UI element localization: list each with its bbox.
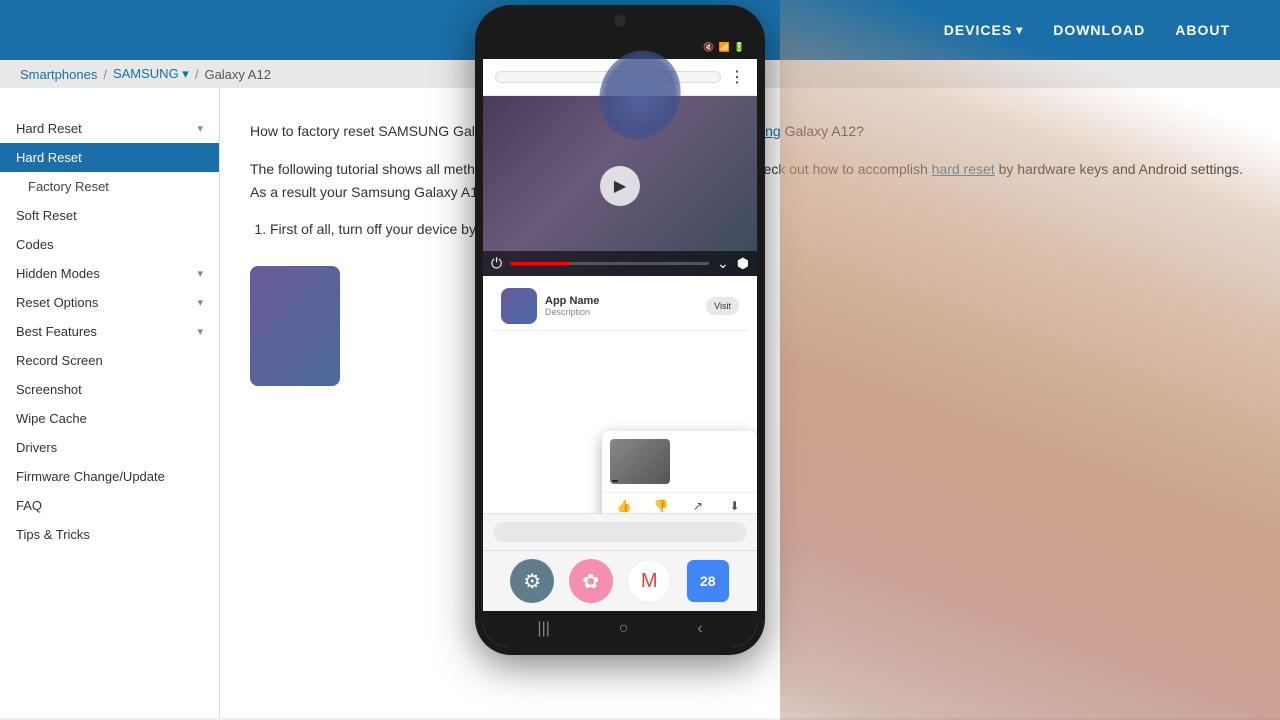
status-icons: 🔇 📶 🔋: [703, 42, 745, 53]
close-all-bar: [483, 513, 757, 550]
app-list-item-1: App Name Description Visit: [491, 282, 749, 331]
sidebar-item-soft-reset[interactable]: Soft Reset: [0, 201, 219, 230]
sidebar-item-screenshot[interactable]: Screenshot: [0, 375, 219, 404]
home-button[interactable]: ○: [619, 620, 629, 638]
video-area: ▶ ⏻ ⌄ ⬢: [483, 96, 757, 276]
more-icon[interactable]: ⋮: [729, 67, 745, 87]
sidebar-item-hard-reset-dropdown[interactable]: Hard Reset: [0, 114, 219, 143]
dock-gmail[interactable]: M: [627, 559, 671, 603]
app-content: ⋮ ▶ ⏻ ⌄ ⬢: [483, 59, 757, 647]
sidebar: Hard Reset Hard Reset Factory Reset Soft…: [0, 88, 220, 718]
app-header: ⋮: [483, 59, 757, 96]
sidebar-item-reset-options[interactable]: Reset Options: [0, 288, 219, 317]
phone-notch: [614, 15, 626, 27]
breadcrumb-current: Galaxy A12: [204, 67, 271, 82]
video-thumbnail: ▶: [483, 96, 757, 276]
sidebar-item-codes[interactable]: Codes: [0, 230, 219, 259]
nav-download[interactable]: DOWNLOAD: [1053, 22, 1145, 38]
dock-flower-app[interactable]: ✿: [569, 559, 613, 603]
sidebar-item-record-screen[interactable]: Record Screen: [0, 346, 219, 375]
power-button[interactable]: ⏻: [491, 255, 502, 272]
progress-fill: [510, 262, 570, 265]
search-bar[interactable]: [495, 71, 721, 83]
app-name-1: App Name: [545, 295, 698, 307]
tutorial-thumbnail: [250, 266, 340, 386]
video-card-popup: 👍 👎 ↗ Share: [602, 431, 757, 513]
phone-body: 🔇 📶 🔋 ⋮ ▶: [475, 5, 765, 655]
battery-icon: 🔋: [734, 42, 745, 53]
dislike-icon: 👎: [654, 499, 669, 513]
sidebar-item-tips[interactable]: Tips & Tricks: [0, 520, 219, 549]
mute-icon: 🔇: [703, 42, 714, 53]
download-icon: ⬇: [730, 499, 740, 513]
sidebar-item-drivers[interactable]: Drivers: [0, 433, 219, 462]
download-action[interactable]: ⬇ Do...: [716, 499, 753, 513]
phone-screen: 🔇 📶 🔋 ⋮ ▶: [483, 35, 757, 647]
like-action[interactable]: 👍: [606, 499, 643, 513]
signal-icon: 📶: [719, 42, 730, 53]
breadcrumb-smartphones[interactable]: Smartphones: [20, 67, 97, 82]
link-hard-reset[interactable]: hard reset: [932, 161, 995, 177]
app-list-area: App Name Description Visit: [483, 276, 757, 337]
sidebar-item-wipe-cache[interactable]: Wipe Cache: [0, 404, 219, 433]
vc-thumb: [610, 439, 670, 484]
back-button[interactable]: ‹: [697, 620, 702, 638]
breadcrumb-samsung[interactable]: SAMSUNG ▾: [113, 66, 189, 82]
phone-mockup: 🔇 📶 🔋 ⋮ ▶: [460, 0, 780, 720]
app-icon-1: [501, 288, 537, 324]
share-icon: ↗: [693, 499, 703, 513]
sidebar-item-hidden-modes[interactable]: Hidden Modes: [0, 259, 219, 288]
vc-duration: [612, 480, 618, 482]
nav-about[interactable]: ABOUT: [1175, 22, 1230, 38]
play-button[interactable]: ▶: [600, 166, 640, 206]
sidebar-item-factory-reset[interactable]: Factory Reset: [0, 172, 219, 201]
chevron-down-icon[interactable]: ⌄: [717, 255, 729, 272]
progress-bar[interactable]: [510, 262, 709, 265]
main-nav: DEVICES DOWNLOAD ABOUT: [944, 22, 1260, 38]
sidebar-item-firmware[interactable]: Firmware Change/Update: [0, 462, 219, 491]
sidebar-title: [0, 104, 219, 114]
sidebar-item-best-features[interactable]: Best Features: [0, 317, 219, 346]
app-desc-1: Description: [545, 307, 698, 317]
dislike-action[interactable]: 👎: [643, 499, 680, 513]
close-all-button[interactable]: [493, 522, 747, 542]
nav-bar: ||| ○ ‹: [483, 611, 757, 647]
visit-button-1[interactable]: Visit: [706, 297, 739, 315]
share-icon[interactable]: ⬢: [737, 255, 749, 272]
dock-calendar[interactable]: 28: [686, 559, 730, 603]
share-action[interactable]: ↗ Share: [680, 499, 717, 513]
vc-header: [602, 431, 757, 493]
vc-actions: 👍 👎 ↗ Share: [602, 493, 757, 513]
sidebar-item-hard-reset[interactable]: Hard Reset: [0, 143, 219, 172]
vc-info: [676, 439, 749, 484]
status-bar: 🔇 📶 🔋: [483, 35, 757, 59]
recent-apps-button[interactable]: |||: [537, 620, 549, 638]
nav-devices[interactable]: DEVICES: [944, 22, 1024, 38]
like-icon: 👍: [617, 499, 632, 513]
video-controls: ⏻ ⌄ ⬢: [483, 251, 757, 276]
app-dock: ⚙ ✿ M 28: [483, 550, 757, 611]
content-area: 👍 👎 ↗ Share: [483, 276, 757, 513]
phone-screen-inner: 🔇 📶 🔋 ⋮ ▶: [483, 35, 757, 647]
dock-settings[interactable]: ⚙: [510, 559, 554, 603]
app-info-1: App Name Description: [545, 295, 698, 317]
sidebar-item-faq[interactable]: FAQ: [0, 491, 219, 520]
